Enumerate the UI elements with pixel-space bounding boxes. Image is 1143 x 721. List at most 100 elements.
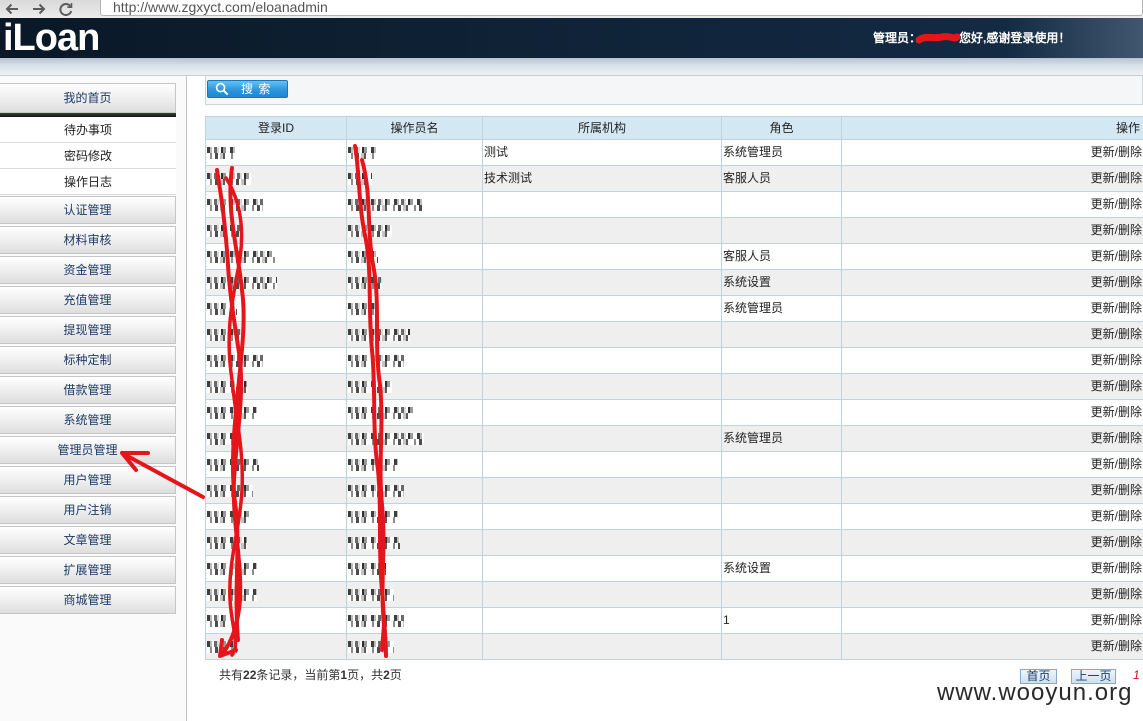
cell-operator-name — [347, 296, 483, 322]
update-link[interactable]: 更新 — [1091, 197, 1115, 211]
cell-organization — [483, 192, 722, 218]
cell-operator-name — [347, 322, 483, 348]
sidebar-item-system[interactable]: 系统管理 — [0, 406, 176, 434]
cell-operator-name — [347, 244, 483, 270]
update-link[interactable]: 更新 — [1091, 639, 1115, 653]
cell-operator-name — [347, 400, 483, 426]
table-row: 系统管理员 更新/删除 — [205, 296, 1143, 322]
update-link[interactable]: 更新 — [1091, 379, 1115, 393]
cell-login-id — [205, 400, 347, 426]
sidebar-item-funds[interactable]: 资金管理 — [0, 256, 176, 284]
cell-login-id — [205, 556, 347, 582]
redacted-operator-name — [348, 615, 404, 627]
table-row: 更新/删除 — [205, 530, 1143, 556]
delete-link[interactable]: 删除 — [1118, 587, 1142, 601]
update-link[interactable]: 更新 — [1091, 431, 1115, 445]
delete-link[interactable]: 删除 — [1118, 379, 1142, 393]
sidebar-home-button[interactable]: 我的首页 — [0, 83, 176, 113]
table-header-row: 登录ID 操作员名 所属机构 角色 操作 — [205, 116, 1143, 140]
update-link[interactable]: 更新 — [1091, 145, 1115, 159]
sidebar-link-todo[interactable]: 待办事项 — [0, 117, 176, 143]
cell-organization — [483, 322, 722, 348]
forward-arrow-icon[interactable] — [31, 2, 47, 16]
delete-link[interactable]: 删除 — [1118, 509, 1142, 523]
column-header-actions: 操作 — [842, 116, 1143, 140]
sidebar-item-admin-management[interactable]: 管理员管理 — [0, 436, 176, 464]
cell-role — [722, 192, 842, 218]
update-link[interactable]: 更新 — [1091, 301, 1115, 315]
delete-link[interactable]: 删除 — [1118, 301, 1142, 315]
update-link[interactable]: 更新 — [1091, 483, 1115, 497]
cell-role — [722, 478, 842, 504]
back-arrow-icon[interactable] — [4, 2, 20, 16]
sidebar-item-borrowing[interactable]: 借款管理 — [0, 376, 176, 404]
update-link[interactable]: 更新 — [1091, 509, 1115, 523]
sidebar-link-change-password[interactable]: 密码修改 — [0, 143, 176, 169]
update-link[interactable]: 更新 — [1091, 171, 1115, 185]
table-row: 更新/删除 — [205, 504, 1143, 530]
delete-link[interactable]: 删除 — [1118, 353, 1142, 367]
cell-login-id — [205, 452, 347, 478]
sidebar-item-users[interactable]: 用户管理 — [0, 466, 176, 494]
sidebar-item-recharge[interactable]: 充值管理 — [0, 286, 176, 314]
redacted-operator-name — [348, 381, 392, 393]
delete-link[interactable]: 删除 — [1118, 275, 1142, 289]
update-link[interactable]: 更新 — [1091, 223, 1115, 237]
redacted-login-id — [207, 537, 247, 549]
search-button[interactable]: 搜 索 — [207, 80, 288, 98]
delete-link[interactable]: 删除 — [1118, 639, 1142, 653]
delete-link[interactable]: 删除 — [1118, 613, 1142, 627]
cell-actions: 更新/删除 — [842, 270, 1143, 296]
cell-login-id — [205, 530, 347, 556]
cell-operator-name — [347, 452, 483, 478]
sidebar-item-loan-types[interactable]: 标种定制 — [0, 346, 176, 374]
redacted-operator-name — [348, 147, 376, 159]
delete-link[interactable]: 删除 — [1118, 223, 1142, 237]
sidebar-item-mall[interactable]: 商城管理 — [0, 586, 176, 614]
sidebar-item-material-review[interactable]: 材料审核 — [0, 226, 176, 254]
cell-actions: 更新/删除 — [842, 166, 1143, 192]
update-link[interactable]: 更新 — [1091, 275, 1115, 289]
page-number-link[interactable]: 1 — [1133, 668, 1140, 682]
sidebar-item-user-deactivation[interactable]: 用户注销 — [0, 496, 176, 524]
delete-link[interactable]: 删除 — [1118, 327, 1142, 341]
cell-operator-name — [347, 426, 483, 452]
address-bar[interactable]: http://www.zgxyct.com/eloanadmin — [100, 0, 1143, 16]
cell-login-id — [205, 166, 347, 192]
sidebar-item-withdrawal[interactable]: 提现管理 — [0, 316, 176, 344]
table-row: 更新/删除 — [205, 192, 1143, 218]
delete-link[interactable]: 删除 — [1118, 535, 1142, 549]
sidebar-link-operation-log[interactable]: 操作日志 — [0, 169, 176, 195]
update-link[interactable]: 更新 — [1091, 457, 1115, 471]
redacted-login-id — [207, 277, 277, 289]
delete-link[interactable]: 删除 — [1118, 171, 1142, 185]
update-link[interactable]: 更新 — [1091, 405, 1115, 419]
delete-link[interactable]: 删除 — [1118, 249, 1142, 263]
update-link[interactable]: 更新 — [1091, 561, 1115, 575]
sidebar-item-certification[interactable]: 认证管理 — [0, 196, 176, 224]
delete-link[interactable]: 删除 — [1118, 457, 1142, 471]
redacted-operator-name — [348, 459, 398, 471]
update-link[interactable]: 更新 — [1091, 353, 1115, 367]
delete-link[interactable]: 删除 — [1118, 145, 1142, 159]
delete-link[interactable]: 删除 — [1118, 431, 1142, 445]
update-link[interactable]: 更新 — [1091, 327, 1115, 341]
sidebar-item-articles[interactable]: 文章管理 — [0, 526, 176, 554]
update-link[interactable]: 更新 — [1091, 249, 1115, 263]
redacted-operator-name — [348, 485, 404, 497]
cell-actions: 更新/删除 — [842, 452, 1143, 478]
redacted-login-id — [207, 563, 257, 575]
cell-operator-name — [347, 218, 483, 244]
delete-link[interactable]: 删除 — [1118, 405, 1142, 419]
reload-icon[interactable] — [58, 2, 74, 16]
update-link[interactable]: 更新 — [1091, 587, 1115, 601]
redacted-operator-name — [348, 329, 410, 341]
update-link[interactable]: 更新 — [1091, 613, 1115, 627]
delete-link[interactable]: 删除 — [1118, 483, 1142, 497]
sidebar-item-extensions[interactable]: 扩展管理 — [0, 556, 176, 584]
table-row: 更新/删除 — [205, 374, 1143, 400]
delete-link[interactable]: 删除 — [1118, 197, 1142, 211]
update-link[interactable]: 更新 — [1091, 535, 1115, 549]
delete-link[interactable]: 删除 — [1118, 561, 1142, 575]
cell-organization — [483, 478, 722, 504]
